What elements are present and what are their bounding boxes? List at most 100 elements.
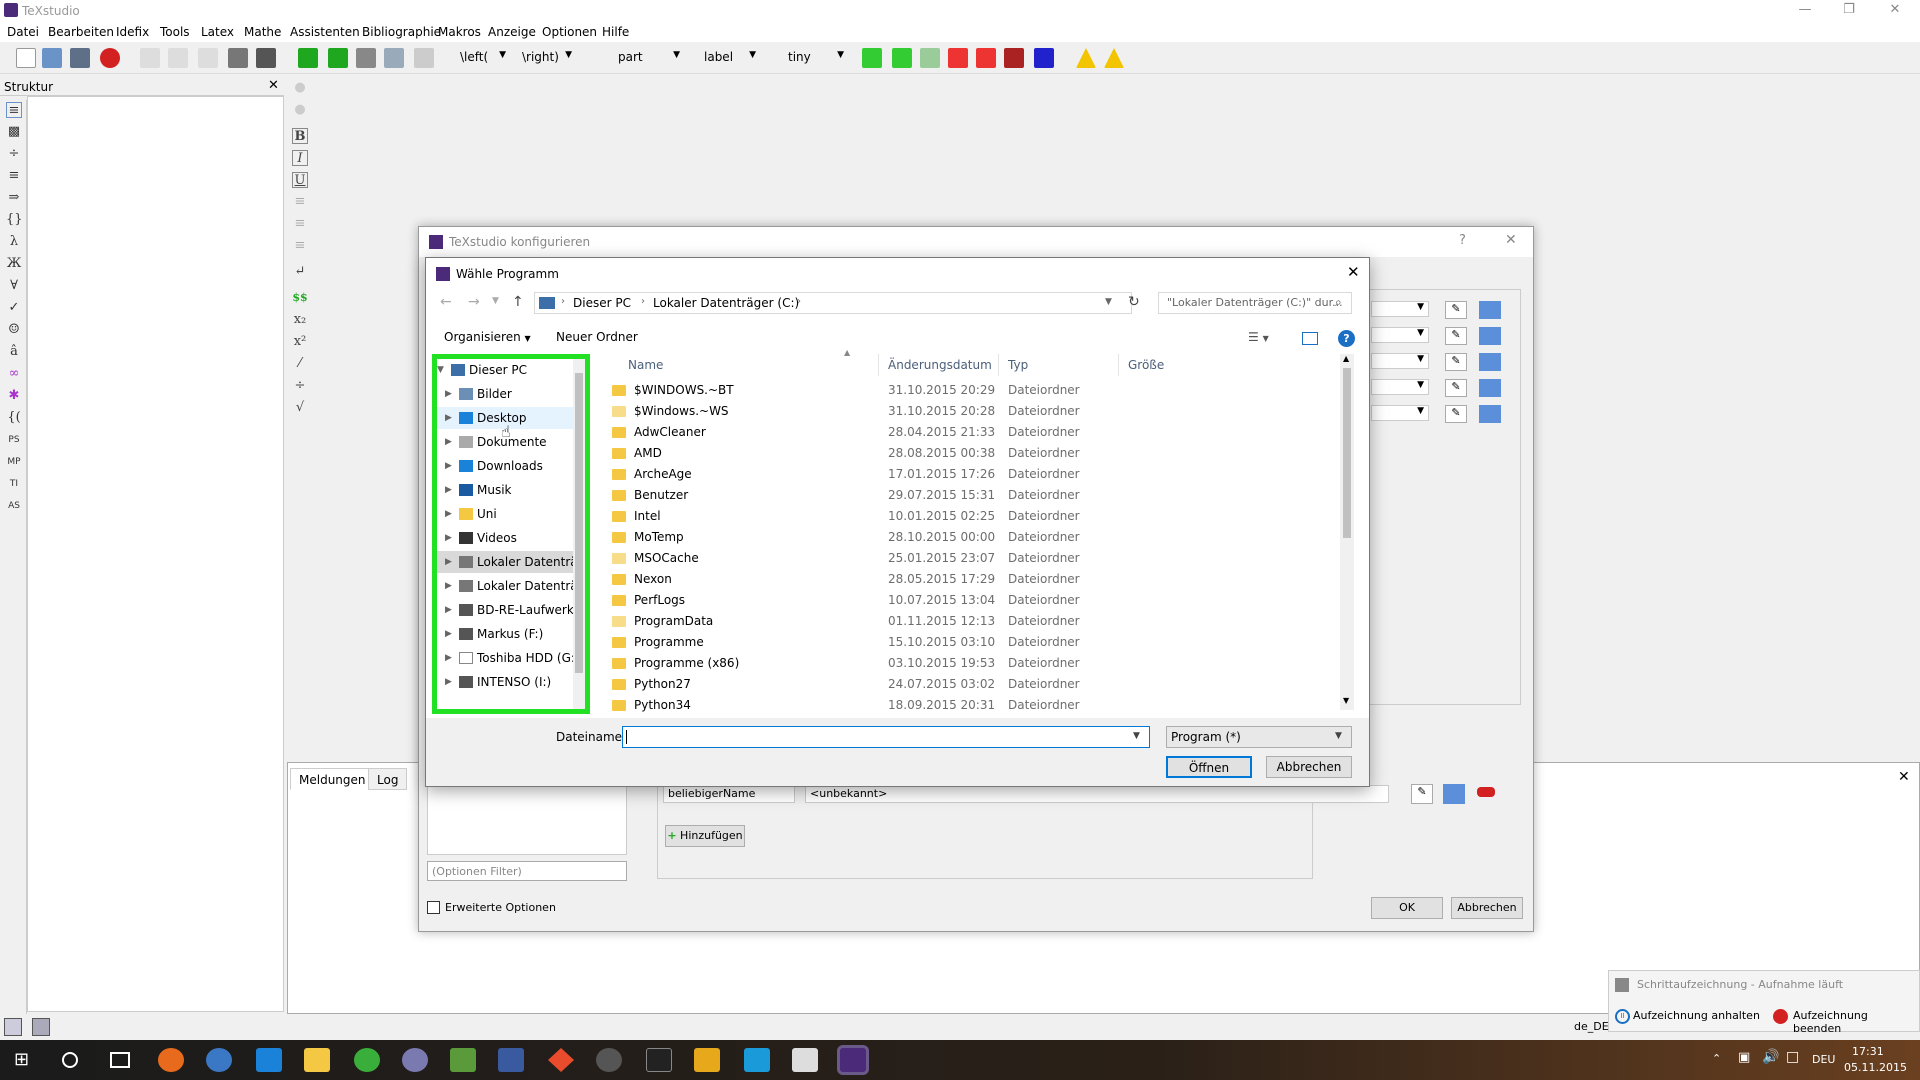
table-row[interactable]: ArcheAge 17.01.2015 17:26 Dateiordner	[598, 464, 1338, 485]
organize-button[interactable]: Organisieren ▼	[444, 330, 531, 344]
thunderbird-icon[interactable]	[206, 1048, 232, 1072]
delimiters-icon[interactable]: {}	[6, 212, 23, 228]
build-and-view-icon[interactable]	[298, 48, 318, 68]
scroll-down-icon[interactable]: ▼	[1343, 696, 1349, 705]
open-button[interactable]: Öffnen	[1166, 756, 1252, 778]
filename-input[interactable]: ▼	[622, 726, 1150, 748]
table-split-icon[interactable]	[1004, 48, 1024, 68]
table-row[interactable]: Benutzer 29.07.2015 15:31 Dateiordner	[598, 485, 1338, 506]
structure-toggle-icon[interactable]	[4, 1018, 22, 1036]
table-row[interactable]: ProgramData 01.11.2015 12:13 Dateiordner	[598, 611, 1338, 632]
structure-view-icon[interactable]: ≡	[6, 102, 22, 118]
clock-time[interactable]: 17:31	[1852, 1045, 1884, 1058]
file-list-scrollbar[interactable]: ▲ ▼	[1340, 354, 1354, 710]
table-row[interactable]: MSOCache 25.01.2015 23:07 Dateiordner	[598, 548, 1338, 569]
tree-item-musik[interactable]: ▶ Musik	[437, 479, 583, 501]
table-align-icon[interactable]	[1034, 48, 1054, 68]
column-divider[interactable]	[998, 354, 999, 376]
table-row[interactable]: Intel 10.01.2015 02:25 Dateiordner	[598, 506, 1338, 527]
console-icon[interactable]	[646, 1048, 672, 1072]
edge-icon[interactable]	[256, 1048, 282, 1072]
tree-item-bd-re[interactable]: ▶ BD-RE-Laufwerk	[437, 599, 583, 621]
tikz-text-icon[interactable]: TI	[6, 476, 22, 492]
edit-icon[interactable]: ✎	[1411, 784, 1433, 804]
utorrent-icon[interactable]	[354, 1048, 380, 1072]
tree-item-drive-d[interactable]: ▶ Lokaler Datenträ	[437, 575, 583, 597]
file-list-scrollbar-thumb[interactable]	[1343, 368, 1351, 538]
language-indicator[interactable]: de_DE	[1574, 1020, 1609, 1033]
accents-icon[interactable]: â	[6, 344, 22, 360]
newline-icon[interactable]: ↵	[292, 264, 308, 280]
windows-start-icon[interactable]: ⊞	[14, 1049, 29, 1070]
subscript-icon[interactable]: x₂	[292, 312, 308, 328]
undo-icon[interactable]	[140, 48, 160, 68]
search-icon[interactable]	[62, 1052, 78, 1068]
column-divider[interactable]	[1118, 354, 1119, 376]
task-view-icon[interactable]	[110, 1052, 130, 1068]
chevron-right-icon[interactable]: ▶	[445, 623, 452, 645]
menu-idefix[interactable]: Idefix	[116, 25, 149, 39]
metapost-icon[interactable]: MP	[6, 454, 22, 470]
bullet-icon[interactable]: ●	[292, 80, 308, 96]
forward-icon[interactable]: →	[468, 294, 480, 310]
tab-meldungen[interactable]: Meldungen	[290, 768, 375, 790]
action-center-icon[interactable]: □	[1786, 1049, 1799, 1065]
tikz-icon[interactable]: ∞	[6, 366, 22, 382]
compile-icon[interactable]	[328, 48, 348, 68]
table-row[interactable]: Programme (x86) 03.10.2015 19:53 Dateiordn…	[598, 653, 1338, 674]
back-icon[interactable]: ←	[440, 294, 452, 310]
refresh-icon[interactable]: ↻	[1128, 294, 1140, 310]
table-remove-row-icon[interactable]	[948, 48, 968, 68]
table-row[interactable]: Python34 18.09.2015 20:31 Dateiordner	[598, 695, 1338, 716]
tree-item-drive-c[interactable]: ▶ Lokaler Datenträ	[437, 551, 583, 573]
close-icon[interactable]: ✕	[1898, 769, 1910, 785]
steps-recorder-icon[interactable]	[792, 1048, 818, 1072]
misc-math-icon[interactable]: ∀	[6, 278, 22, 294]
close-icon[interactable]: ✕	[1347, 263, 1360, 281]
file-explorer-icon[interactable]	[304, 1048, 330, 1072]
stop-icon[interactable]	[356, 48, 376, 68]
help-icon[interactable]: ?	[1338, 330, 1355, 347]
table-remove-column-icon[interactable]	[976, 48, 996, 68]
pause-recording-button[interactable]: Aufzeichnung anhalten	[1633, 1009, 1760, 1022]
bold-icon[interactable]: B	[292, 128, 308, 144]
preview-pane-icon[interactable]	[1302, 332, 1318, 345]
menu-mathe[interactable]: Mathe	[244, 25, 281, 39]
view-options-icon[interactable]: ☰ ▼	[1248, 330, 1269, 344]
column-header-type[interactable]: Typ	[1008, 358, 1028, 372]
edit-icon[interactable]: ✎	[1445, 353, 1467, 371]
edit-icon[interactable]: ✎	[1445, 405, 1467, 423]
options-filter-input[interactable]: (Optionen Filter)	[427, 861, 627, 881]
chevron-right-icon[interactable]: ▶	[445, 575, 452, 597]
advanced-options-checkbox[interactable]	[427, 901, 440, 914]
breadcrumb-drive-c[interactable]: Lokaler Datenträger (C:)	[653, 296, 799, 310]
log-icon[interactable]	[414, 48, 434, 68]
git-icon[interactable]	[548, 1048, 574, 1072]
special-icon[interactable]: ☺	[6, 322, 22, 338]
fraction-icon[interactable]: ⁄	[292, 356, 308, 372]
menu-assistenten[interactable]: Assistenten	[290, 25, 360, 39]
menu-bearbeiten[interactable]: Bearbeiten	[48, 25, 114, 39]
volume-icon[interactable]: 🔊	[1762, 1049, 1779, 1065]
restore-button[interactable]: ❐	[1834, 2, 1864, 20]
align-right-icon[interactable]: ≡	[292, 238, 308, 254]
tree-item-markus[interactable]: ▶ Markus (F:)	[437, 623, 583, 645]
align-left-icon[interactable]: ≡	[292, 194, 308, 210]
chevron-right-icon[interactable]: ▶	[445, 431, 452, 453]
copy-icon[interactable]	[198, 48, 218, 68]
command-dropdown[interactable]: ▼	[1371, 353, 1429, 369]
table-row[interactable]: AdwCleaner 28.04.2015 21:33 Dateiordner	[598, 422, 1338, 443]
pstricks-icon[interactable]: PS	[6, 432, 22, 448]
input-language[interactable]: DEU	[1812, 1053, 1835, 1066]
edit-icon[interactable]: ✎	[1445, 327, 1467, 345]
left-right-icon[interactable]: {(	[6, 410, 22, 426]
table-add-row-icon[interactable]	[862, 48, 882, 68]
chevron-right-icon[interactable]: ▶	[445, 671, 452, 693]
asymptote-text-icon[interactable]: AS	[6, 498, 22, 514]
greek-icon[interactable]: λ	[6, 234, 22, 250]
table-row[interactable]: PerfLogs 10.07.2015 13:04 Dateiordner	[598, 590, 1338, 611]
app-icon[interactable]	[694, 1048, 720, 1072]
command-name-field[interactable]: beliebigerName	[663, 785, 795, 803]
search-input[interactable]: "Lokaler Datenträger (C:)" dur... ⌕	[1158, 292, 1352, 314]
stop-recording-button[interactable]: Aufzeichnung beenden	[1793, 1009, 1919, 1035]
